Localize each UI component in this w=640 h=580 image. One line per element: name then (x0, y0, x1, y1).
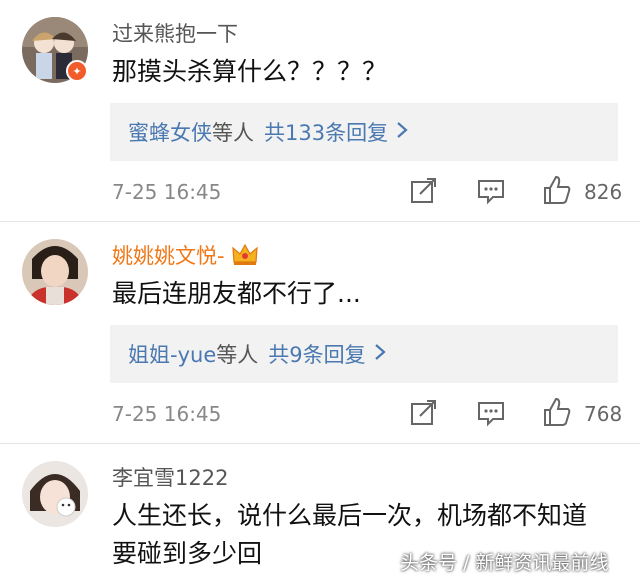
comment-icon[interactable] (476, 398, 506, 428)
chevron-right-icon (374, 342, 386, 366)
avatar[interactable] (22, 461, 88, 527)
repost-icon[interactable] (408, 398, 438, 428)
username[interactable]: 李宜雪1222 (112, 462, 228, 492)
comment-text-line-1: 人生还长，说什么最后一次，机场都不知道 (112, 501, 588, 530)
like-icon[interactable] (542, 174, 572, 204)
reply-mid-text: 等人 (212, 121, 254, 145)
reply-user-link[interactable]: 姐姐-yue (128, 339, 216, 369)
reply-user-link[interactable]: 蜜蜂女侠 (128, 117, 212, 147)
reply-summary[interactable]: 蜜蜂女侠 等人 共133条回复 (110, 103, 618, 161)
comment-icon[interactable] (476, 176, 506, 206)
comment-item: 姚姚姚文悦- 最后连朋友都不行了... 姐姐-yue 等人 共9条回复 7-25… (0, 222, 640, 444)
like-count: 768 (584, 402, 623, 426)
username-text[interactable]: 姚姚姚文悦- (112, 244, 225, 268)
comment-text: 那摸头杀算什么？？？？ (112, 57, 388, 86)
avatar[interactable] (22, 239, 88, 305)
username[interactable]: 姚姚姚文悦- (112, 240, 259, 272)
reply-summary[interactable]: 姐姐-yue 等人 共9条回复 (110, 325, 618, 383)
comment-text-line-2: 要碰到多少回 (112, 539, 263, 568)
comment-item: ✦ 过来熊抱一下 那摸头杀算什么？？？？ 蜜蜂女侠 等人 共133条回复 7-2… (0, 0, 640, 222)
reply-count-link[interactable]: 共9条回复 (268, 339, 365, 369)
comment-text: 最后连朋友都不行了... (112, 279, 361, 308)
watermark: 头条号 / 新鲜资讯最前线 (400, 552, 609, 574)
comment-time: 7-25 16:45 (112, 402, 222, 426)
username[interactable]: 过来熊抱一下 (112, 18, 238, 48)
comment-time: 7-25 16:45 (112, 180, 222, 204)
reply-mid-text: 等人 (216, 343, 259, 367)
verified-badge-icon: ✦ (66, 60, 88, 82)
crown-icon (231, 243, 259, 272)
like-count: 826 (584, 180, 623, 204)
repost-icon[interactable] (408, 176, 438, 206)
chevron-right-icon (396, 120, 408, 144)
reply-count-link[interactable]: 共133条回复 (264, 117, 388, 147)
like-icon[interactable] (542, 396, 572, 426)
